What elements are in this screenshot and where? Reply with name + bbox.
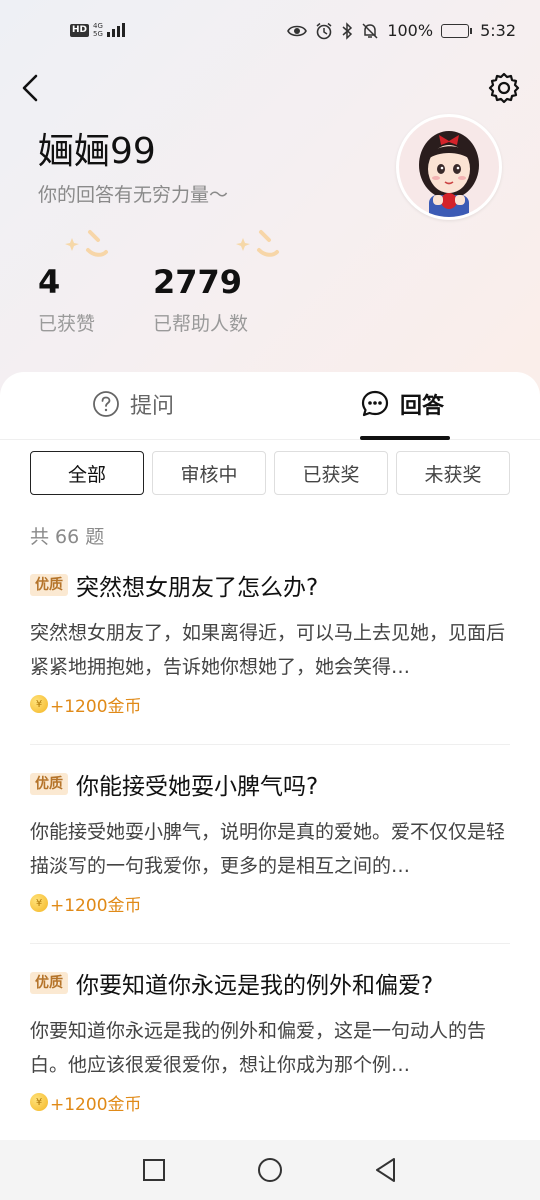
tab-answer[interactable]: 回答 [360,388,444,420]
answer-excerpt: 突然想女朋友了，如果离得近，可以马上去见她，见面后紧紧地拥抱她，告诉她你想她了，… [30,622,506,678]
eye-icon [287,25,308,36]
chevron-left-icon [22,74,38,102]
avatar[interactable] [396,114,502,220]
filter-awarded[interactable]: 已获奖 [274,451,388,495]
filter-not-awarded[interactable]: 未获奖 [396,451,510,495]
profile-tagline: 你的回答有无穷力量～ [38,184,229,206]
hd-icon: HD [70,23,90,37]
circle-icon [258,1158,282,1182]
sparkle-decoration-icon [236,230,279,257]
status-right: 100% 5:32 [287,21,516,40]
coin-icon: ¥ [30,1093,48,1111]
square-icon [143,1159,165,1181]
answer-title-row: 优质 你要知道你永远是我的例外和偏爱? [30,966,510,1000]
tab-bar: 提问 回答 [0,372,540,440]
status-left: HD 4G 5G [70,22,125,38]
filter-all[interactable]: 全部 [30,451,144,495]
reward-row: ¥ +1200金币 [30,692,510,717]
tab-ask-label: 提问 [130,394,175,419]
reward-amount: +1200金币 [50,1094,142,1115]
filter-reviewing[interactable]: 审核中 [152,451,266,495]
username: 婳婳99 [38,131,156,172]
answer-title: 突然想女朋友了怎么办? [76,575,319,601]
back-button[interactable] [16,70,48,106]
stat-helped-label: 已帮助人数 [153,313,249,335]
content-sheet: 提问 回答 全部 审核中 已获奖 未获奖 共 66 题 优质 突然想女朋友了怎么… [0,372,540,1142]
system-nav-bar [0,1140,540,1200]
bluetooth-icon [342,21,353,40]
question-circle-icon [93,391,119,417]
tab-answer-label: 回答 [400,394,445,419]
answer-title: 你能接受她耍小脾气吗? [76,774,319,800]
answer-card[interactable]: 优质 突然想女朋友了怎么办? 突然想女朋友了，如果离得近，可以马上去见她，见面后… [30,568,510,717]
reward-row: ¥ +1200金币 [30,891,510,916]
network-label-top: 4G [93,22,103,30]
divider [30,943,510,944]
battery-icon [441,23,473,38]
reward-amount: +1200金币 [50,895,142,916]
stat-helped: 2779 已帮助人数 [153,230,279,336]
reward-amount: +1200金币 [50,696,142,717]
clock-time: 5:32 [480,21,516,40]
coin-icon: ¥ [30,894,48,912]
quality-badge: 优质 [30,773,68,795]
stat-likes: 4 已获赞 [38,230,108,336]
signal-icon [106,23,125,37]
gear-icon [488,72,520,104]
answer-excerpt: 你要知道你永远是我的例外和偏爱，这是一句动人的告白。他应该很爱很爱你，想让你成为… [30,1020,487,1076]
coin-icon: ¥ [30,695,48,713]
network-label-bottom: 5G [93,30,103,38]
active-tab-indicator [360,436,450,440]
mute-bell-icon [362,22,378,39]
alarm-icon [316,22,332,39]
chat-bubble-icon [361,390,389,417]
sparkle-decoration-icon [65,230,108,257]
triangle-back-icon [376,1158,395,1182]
answer-card[interactable]: 优质 你要知道你永远是我的例外和偏爱? 你要知道你永远是我的例外和偏爱，这是一句… [30,966,510,1115]
answer-title-row: 优质 你能接受她耍小脾气吗? [30,767,510,801]
answer-title: 你要知道你永远是我的例外和偏爱? [76,973,434,999]
quality-badge: 优质 [30,972,68,994]
home-button[interactable] [256,1156,284,1184]
network-type-icon: 4G 5G [93,22,103,38]
recents-button[interactable] [140,1156,168,1184]
answer-excerpt: 你能接受她耍小脾气，说明你是真的爱她。爱不仅仅是轻描淡写的一句我爱你，更多的是相… [30,821,506,877]
answer-card[interactable]: 优质 你能接受她耍小脾气吗? 你能接受她耍小脾气，说明你是真的爱她。爱不仅仅是轻… [30,767,510,916]
settings-button[interactable] [486,70,522,106]
avatar-image [399,117,499,217]
answer-title-row: 优质 突然想女朋友了怎么办? [30,568,510,602]
battery-percent: 100% [387,21,434,40]
stat-likes-label: 已获赞 [38,313,96,335]
quality-badge: 优质 [30,574,68,596]
filter-chips: 全部 审核中 已获奖 未获奖 [30,451,510,495]
tab-ask[interactable]: 提问 [92,388,174,420]
status-bar: HD 4G 5G 100% 5:32 [0,18,540,48]
question-count: 共 66 题 [30,526,105,548]
system-back-button[interactable] [372,1156,400,1184]
divider [30,744,510,745]
reward-row: ¥ +1200金币 [30,1090,510,1115]
